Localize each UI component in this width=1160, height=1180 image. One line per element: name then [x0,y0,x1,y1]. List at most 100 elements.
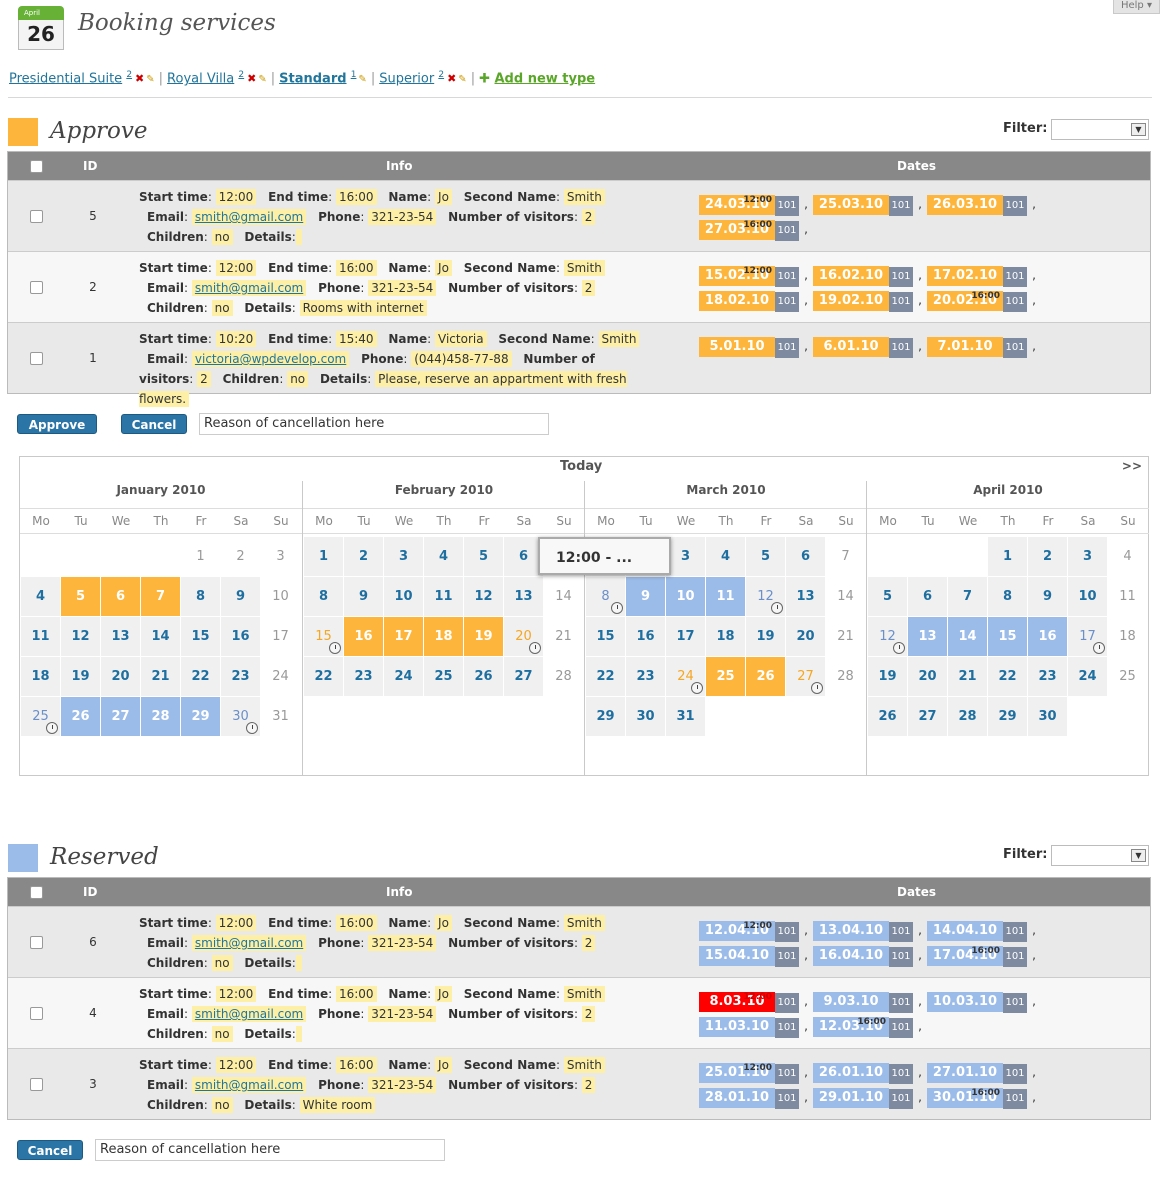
date-chip[interactable]: 12.03.10 16:00 101 [813,1015,913,1038]
date-chip[interactable]: 15.04.10 101 [699,944,799,967]
calendar-day[interactable]: 23 [626,657,665,696]
email-link[interactable]: smith@gmail.com [195,936,303,950]
calendar-day[interactable]: 13 [908,617,947,656]
calendar-day[interactable]: 12 [746,577,785,616]
add-new-type-link[interactable]: Add new type [495,71,596,86]
cancel-button[interactable]: Cancel [121,414,187,434]
calendar-day[interactable]: 24 [1068,657,1107,696]
row-checkbox[interactable] [30,352,43,365]
date-chip[interactable]: 25.01.10 12:00 101 [699,1061,799,1084]
calendar-day[interactable]: 20 [504,617,543,656]
calendar-day[interactable]: 11 [21,617,60,656]
calendar-day[interactable]: 26 [868,697,907,736]
calendar-day[interactable]: 28 [948,697,987,736]
calendar-day[interactable]: 9 [1028,577,1067,616]
date-chip[interactable]: 27.03.10 16:00 101 [699,218,799,241]
date-chip[interactable]: 25.03.10 101 [813,193,913,216]
calendar-day[interactable]: 14 [948,617,987,656]
select-all-checkbox[interactable] [30,886,43,899]
calendar-day[interactable]: 3 [666,537,705,576]
calendar-day[interactable]: 15 [988,617,1027,656]
calendar-day[interactable]: 21 [826,617,865,656]
calendar-day[interactable]: 11 [706,577,745,616]
email-link[interactable]: smith@gmail.com [195,1007,303,1021]
date-chip[interactable]: 16.04.10 101 [813,944,913,967]
calendar-day[interactable]: 13 [786,577,825,616]
calendar-day[interactable]: 6 [101,577,140,616]
date-chip[interactable]: 20.02.10 16:00 101 [927,289,1027,312]
date-chip[interactable]: 30.01.10 16:00 101 [927,1086,1027,1109]
calendar-day[interactable]: 5 [746,537,785,576]
calendar-day[interactable]: 26 [746,657,785,696]
date-chip[interactable]: 14.04.10 101 [927,919,1027,942]
calendar-day[interactable]: 27 [786,657,825,696]
calendar-day[interactable]: 18 [706,617,745,656]
date-chip[interactable]: 18.02.10 101 [699,289,799,312]
calendar-day[interactable]: 1 [988,537,1027,576]
calendar-day[interactable]: 23 [1028,657,1067,696]
date-chip[interactable]: 5.01.10 101 [699,335,799,358]
calendar-day[interactable]: 4 [21,577,60,616]
calendar-day[interactable]: 6 [908,577,947,616]
calendar-day[interactable]: 18 [424,617,463,656]
calendar-day[interactable]: 19 [464,617,503,656]
calendar-day[interactable]: 25 [424,657,463,696]
delete-icon[interactable]: ✖ [447,72,456,85]
calendar-day[interactable]: 21 [141,657,180,696]
calendar-day[interactable]: 29 [988,697,1027,736]
delete-icon[interactable]: ✖ [135,72,144,85]
date-chip[interactable]: 13.04.10 101 [813,919,913,942]
calendar-day[interactable]: 3 [1068,537,1107,576]
date-chip[interactable]: 28.01.10 101 [699,1086,799,1109]
calendar-day[interactable]: 19 [61,657,100,696]
calendar-day[interactable]: 8 [304,577,343,616]
edit-icon[interactable]: ✎ [258,74,266,85]
calendar-day[interactable]: 31 [261,697,300,736]
calendar-day[interactable]: 4 [424,537,463,576]
calendar-day[interactable]: 11 [424,577,463,616]
type-count[interactable]: 2 [438,70,444,80]
calendar-day[interactable]: 17 [1068,617,1107,656]
calendar-day[interactable]: 16 [344,617,383,656]
calendar-day[interactable]: 3 [261,537,300,576]
calendar-day[interactable]: 18 [21,657,60,696]
calendar-day[interactable]: 11 [1108,577,1147,616]
email-link[interactable]: smith@gmail.com [195,281,303,295]
date-chip[interactable]: 11.03.10 101 [699,1015,799,1038]
edit-icon[interactable]: ✎ [458,74,466,85]
calendar-day[interactable]: 31 [666,697,705,736]
calendar-day[interactable]: 6 [786,537,825,576]
calendar-day[interactable]: 10 [666,577,705,616]
calendar-day[interactable]: 15 [181,617,220,656]
plus-icon[interactable]: ✚ [479,71,494,86]
calendar-day[interactable]: 12 [868,617,907,656]
calendar-day[interactable]: 16 [626,617,665,656]
calendar-day[interactable]: 29 [586,697,625,736]
calendar-day[interactable]: 8 [181,577,220,616]
calendar-day[interactable]: 30 [1028,697,1067,736]
date-chip[interactable]: 24.03.10 12:00 101 [699,193,799,216]
calendar-day[interactable]: 2 [221,537,260,576]
filter-select[interactable]: ▼ [1051,119,1149,140]
calendar-day[interactable]: 10 [384,577,423,616]
calendar-day[interactable]: 15 [304,617,343,656]
calendar-day[interactable]: 4 [1108,537,1147,576]
filter-select[interactable]: ▼ [1051,845,1149,866]
date-chip[interactable]: 17.04.10 16:00 101 [927,944,1027,967]
date-chip[interactable]: 7.01.10 101 [927,335,1027,358]
calendar-day[interactable]: 13 [101,617,140,656]
calendar-day[interactable]: 20 [908,657,947,696]
date-chip[interactable]: 9.03.10 101 [813,990,913,1013]
calendar-day[interactable]: 28 [141,697,180,736]
calendar-day[interactable]: 7 [141,577,180,616]
date-chip[interactable]: 27.01.10 101 [927,1061,1027,1084]
calendar-day[interactable]: 27 [908,697,947,736]
type-count[interactable]: 1 [351,70,357,80]
delete-icon[interactable]: ✖ [247,72,256,85]
calendar-day[interactable]: 12 [464,577,503,616]
date-chip[interactable]: 26.01.10 101 [813,1061,913,1084]
calendar-day[interactable]: 22 [304,657,343,696]
edit-icon[interactable]: ✎ [358,74,366,85]
date-chip[interactable]: 12.04.10 12:00 101 [699,919,799,942]
cancellation-reason-input[interactable]: Reason of cancellation here [95,1139,445,1161]
